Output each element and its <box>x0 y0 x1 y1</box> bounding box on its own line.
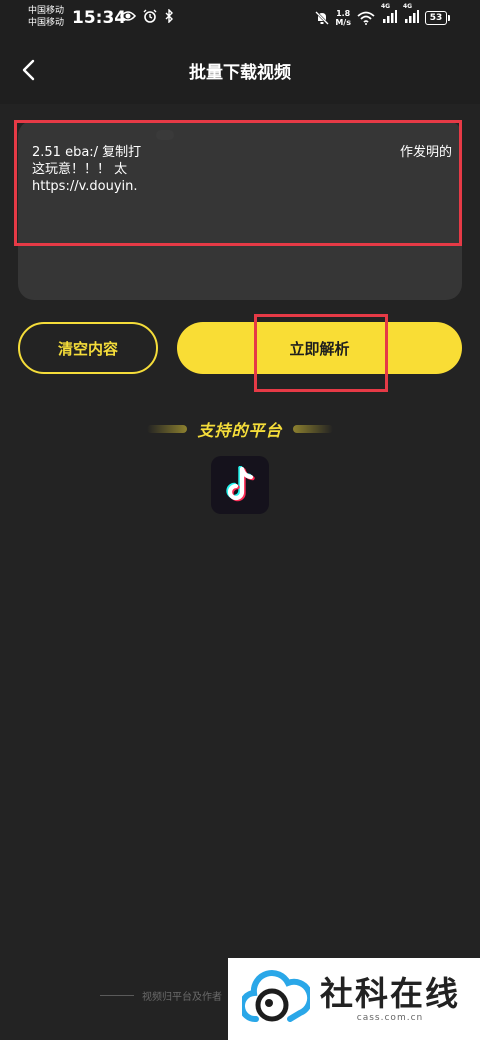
tiktok-icon <box>226 466 255 502</box>
network-speed: 1.8 M/s <box>335 8 351 27</box>
annotation-box-parse <box>254 314 388 392</box>
watermark-name: 社科在线 <box>320 974 460 1013</box>
signal-bars-1-icon <box>383 10 397 23</box>
status-bar: 中国移动 中国移动 15:34 1.8 M/s 4G 4G 53 <box>0 0 480 36</box>
footer-divider <box>100 995 134 996</box>
watermark: 社科在线 cass.com.cn <box>228 958 480 1040</box>
status-icons-left <box>120 9 174 23</box>
platform-tiktok[interactable] <box>211 456 269 514</box>
battery-indicator: 53 <box>425 10 450 25</box>
main-content: 2.51 eba:/ 复制打 作发明的 这玩意！！！ 太 https://v.do… <box>0 104 480 1040</box>
bluetooth-icon <box>165 9 173 23</box>
title-decoration-left <box>147 425 188 433</box>
eye-icon <box>120 11 136 21</box>
watermark-text: 社科在线 cass.com.cn <box>320 974 460 1024</box>
annotation-box-input <box>14 120 462 246</box>
carrier-labels: 中国移动 中国移动 <box>28 5 64 29</box>
footer-note: 视频归平台及作者 <box>100 988 222 1003</box>
status-icons-right: 1.8 M/s 4G 4G 53 <box>315 3 450 27</box>
signal-1: 4G <box>381 3 397 27</box>
alarm-icon <box>143 9 157 23</box>
supported-platforms-title: 支持的平台 <box>197 421 283 440</box>
footer-note-text: 视频归平台及作者 <box>142 992 222 1003</box>
wifi-icon <box>357 11 375 25</box>
status-time: 15:34 <box>72 8 127 28</box>
clear-content-button[interactable]: 清空内容 <box>18 322 158 374</box>
cloud-logo-icon <box>242 970 310 1023</box>
signal-bars-2-icon <box>405 10 419 23</box>
carrier-1: 中国移动 <box>28 6 65 16</box>
title-decoration-right <box>292 425 333 433</box>
supported-platforms-header: 支持的平台 <box>0 414 480 444</box>
page-title: 批量下载视频 <box>189 63 291 83</box>
watermark-domain: cass.com.cn <box>356 1013 424 1023</box>
mute-icon <box>315 10 330 25</box>
signal-2: 4G <box>403 3 419 27</box>
carrier-2: 中国移动 <box>28 18 65 28</box>
app-header: 批量下载视频 <box>0 36 480 104</box>
battery-level: 53 <box>425 10 447 25</box>
battery-tip <box>448 14 450 21</box>
